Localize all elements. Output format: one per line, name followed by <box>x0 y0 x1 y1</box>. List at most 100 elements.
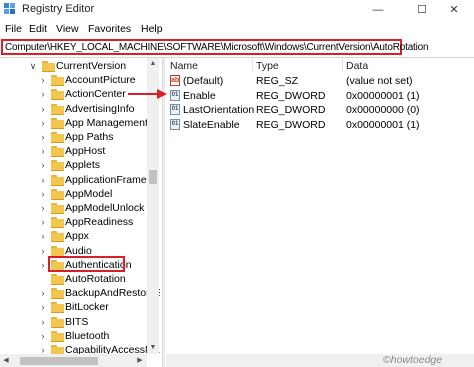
tree-item[interactable]: › AccountPicture <box>0 73 148 88</box>
value-row[interactable]: 01 Enable REG_DWORD 0x00000001 (1) <box>166 89 466 103</box>
chevron-right-icon[interactable]: › <box>38 288 48 298</box>
tree-item[interactable]: › BackupAndRestoreS <box>0 286 160 301</box>
value-row[interactable]: 01 LastOrientation REG_DWORD 0x00000000 (0) <box>166 103 466 117</box>
tree-item[interactable]: › ActionCenter <box>0 87 148 102</box>
values-list[interactable]: Name Type Data ab (Default) REG_SZ (value n… <box>166 58 474 367</box>
tree-item-label: App Paths <box>65 131 114 143</box>
folder-icon <box>51 203 64 214</box>
chevron-right-icon[interactable]: › <box>38 118 48 128</box>
tree-item[interactable]: › App Management <box>0 116 148 131</box>
chevron-right-icon[interactable]: › <box>38 317 48 327</box>
chevron-right-icon[interactable]: › <box>38 331 48 341</box>
folder-icon <box>51 146 64 158</box>
tree-hscroll-thumb[interactable] <box>20 357 98 365</box>
column-header-name[interactable]: Name <box>170 60 198 72</box>
address-bar[interactable]: Computer\HKEY_LOCAL_MACHINE\SOFTWARE\Mic… <box>1 39 429 55</box>
chevron-right-icon[interactable]: › <box>38 189 48 199</box>
tree-item[interactable]: › App Paths <box>0 130 148 145</box>
folder-icon <box>51 231 64 243</box>
window-title: Registry Editor <box>22 3 95 15</box>
tree-item-label: AccountPicture <box>65 74 136 87</box>
tree-scroll-thumb[interactable] <box>149 170 157 184</box>
value-name: Enable <box>183 89 216 102</box>
tree-item-label: ActionCenter <box>65 88 126 101</box>
column-divider[interactable] <box>342 58 343 72</box>
chevron-right-icon[interactable]: › <box>38 104 48 114</box>
tree-item[interactable]: › AppReadiness <box>0 215 148 230</box>
tree-item-label: Audio <box>65 244 92 257</box>
value-row[interactable]: ab (Default) REG_SZ (value not set) <box>166 74 466 88</box>
title-bar: Registry Editor — ☐ ✕ <box>0 0 474 20</box>
tree-item[interactable]: › AdvertisingInfo <box>0 102 148 117</box>
close-button[interactable]: ✕ <box>432 0 474 20</box>
value-name: LastOrientation <box>183 104 255 116</box>
value-name: (Default) <box>183 75 224 87</box>
folder-icon <box>51 245 64 257</box>
chevron-right-icon[interactable]: › <box>38 75 48 85</box>
menu-view[interactable]: View <box>56 23 79 35</box>
tree-vertical-scrollbar[interactable] <box>147 58 159 354</box>
pane-splitter[interactable] <box>162 58 165 367</box>
folder-icon <box>51 132 64 143</box>
chevron-right-icon[interactable]: › <box>38 260 48 270</box>
folder-icon <box>51 188 64 200</box>
tree-item-label: AppReadiness <box>65 216 134 229</box>
chevron-right-icon[interactable]: › <box>38 217 48 227</box>
chevron-right-icon[interactable]: › <box>38 132 48 142</box>
registry-editor-icon <box>4 3 15 14</box>
chevron-right-icon[interactable]: › <box>38 231 48 241</box>
tree-item-label: BITS <box>65 315 89 328</box>
tree-item-label: BackupAndRestoreS <box>65 287 160 300</box>
tree-item[interactable]: AutoRotation <box>0 272 148 287</box>
tree-item[interactable]: › BITS <box>0 315 148 330</box>
value-row[interactable]: 01 SlateEnable REG_DWORD 0x00000001 (1) <box>166 118 466 132</box>
tree-item-label: BitLocker <box>65 301 109 314</box>
tree-item-label: AutoRotation <box>65 273 126 285</box>
minimize-button[interactable]: — <box>356 0 400 20</box>
tree-item-label: AppModelUnlock <box>65 202 145 214</box>
value-type: REG_DWORD <box>256 89 326 102</box>
tree-item[interactable]: › AppModel <box>0 187 148 202</box>
value-data: (value not set) <box>346 75 413 87</box>
key-tree[interactable]: ∨ CurrentVersion › AccountPicture › ActionCen… <box>0 58 160 367</box>
chevron-right-icon[interactable]: › <box>38 89 48 99</box>
menu-favorites[interactable]: Favorites <box>88 23 131 35</box>
tree-item-label: AppModel <box>65 187 113 200</box>
chevron-right-icon[interactable]: › <box>38 203 48 213</box>
tree-item[interactable]: › AppHost <box>0 144 148 159</box>
menu-file[interactable]: File <box>5 23 22 35</box>
tree-item-label: ApplicationFrame <box>65 173 147 186</box>
folder-icon <box>51 117 64 129</box>
menu-help[interactable]: Help <box>141 23 163 35</box>
tree-item-currentversion[interactable]: ∨ CurrentVersion <box>0 59 148 74</box>
chevron-down-icon[interactable]: ∨ <box>28 61 38 72</box>
dword-value-icon: 01 <box>170 118 180 130</box>
scroll-down-arrow-icon[interactable]: ▼ <box>147 342 159 354</box>
tree-item[interactable]: › Bluetooth <box>0 329 148 344</box>
chevron-right-icon[interactable]: › <box>38 175 48 185</box>
value-type: REG_DWORD <box>256 118 326 131</box>
chevron-right-icon[interactable]: › <box>38 146 48 156</box>
chevron-right-icon[interactable]: › <box>38 302 48 312</box>
column-divider[interactable] <box>252 58 253 72</box>
tree-item[interactable]: › ApplicationFrame <box>0 173 148 188</box>
tree-item[interactable]: › AppModelUnlock <box>0 201 148 216</box>
value-name: SlateEnable <box>183 118 240 131</box>
tree-item[interactable]: › Appx <box>0 229 148 244</box>
tree-item[interactable]: › BitLocker <box>0 300 148 315</box>
scroll-left-arrow-icon[interactable]: ◀ <box>0 354 12 367</box>
value-data: 0x00000001 (1) <box>346 118 420 131</box>
chevron-right-icon[interactable]: › <box>38 246 48 256</box>
selected-key-highlight <box>48 256 125 272</box>
tree-item[interactable]: › Applets <box>0 158 148 173</box>
string-value-icon: ab <box>170 75 180 86</box>
folder-icon <box>51 288 64 300</box>
chevron-right-icon[interactable]: › <box>38 160 48 170</box>
column-header-data[interactable]: Data <box>346 60 368 72</box>
scroll-up-arrow-icon[interactable]: ▲ <box>147 58 159 70</box>
menu-edit[interactable]: Edit <box>29 23 47 35</box>
folder-icon <box>51 103 64 115</box>
value-data: 0x00000000 (0) <box>346 104 420 116</box>
scroll-right-arrow-icon[interactable]: ▶ <box>134 354 146 367</box>
column-header-type[interactable]: Type <box>256 60 279 72</box>
